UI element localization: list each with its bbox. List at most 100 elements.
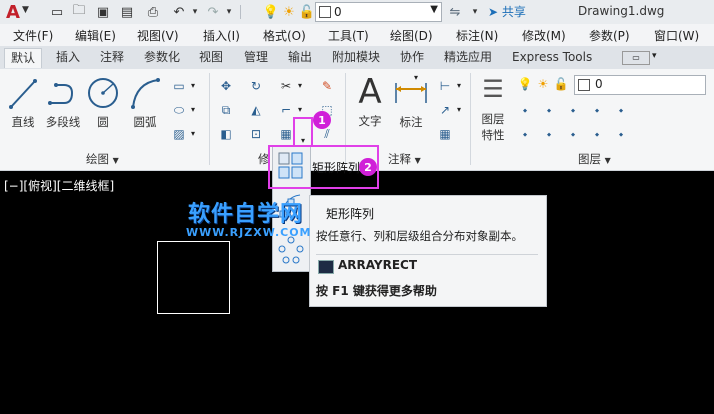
menu-view[interactable]: 视图(V) [137,27,179,44]
menu-window[interactable]: 窗口(W) [654,27,699,44]
layer-tool-icon[interactable]: ⬩ [516,125,534,143]
chevron-down-icon[interactable]: ▾ [191,129,195,138]
tool-arc-label: 圆弧 [133,115,157,129]
tool-layer-properties[interactable]: ☰ 图层 特性 [476,73,510,147]
draw-panel-label[interactable]: 绘图 ▼ [86,151,119,167]
table-icon[interactable]: ▦ [436,125,454,143]
match-layer-icon[interactable]: ⇋ [446,3,464,21]
chevron-down-icon[interactable]: ▾ [191,81,195,90]
tool-text[interactable]: A 文字 [352,73,388,135]
tooltip-divider [316,254,538,255]
menu-tools[interactable]: 工具(T) [328,27,369,44]
menu-modify[interactable]: 修改(M) [522,27,566,44]
leader-icon[interactable]: ↗ [436,101,454,119]
title-bar: A ▼ ▭ 🗀 ▣ ▤ ⎙ ↶ ▾ ↷ ▾ 💡 ☀ 🔓 0 ▼ ⇋ ▾ ➤ 共享… [0,0,714,24]
move-tool-icon[interactable]: ✥ [217,77,235,95]
ribbon-layer-combo[interactable]: 0 [574,75,706,95]
tab-collaborate[interactable]: 协作 [394,48,430,67]
tab-parametric[interactable]: 参数化 [138,48,186,67]
watermark-url: WWW.RJZXW.COM [186,226,312,239]
trim-tool-icon[interactable]: ✂ [277,77,295,95]
stretch-tool-icon[interactable]: ◧ [217,125,235,143]
mirror-tool-icon[interactable]: ◭ [247,101,265,119]
menu-edit[interactable]: 编辑(E) [75,27,116,44]
step-badge-1: 1 [313,111,331,129]
layer-lock-icon[interactable]: 🔓 [552,75,570,93]
array-dropdown-highlight[interactable]: ▾ [293,117,313,147]
tab-annotate[interactable]: 注释 [94,48,130,67]
ribbon-layer-combo-value: 0 [595,77,603,91]
tool-arc[interactable]: 圆弧 [128,75,162,135]
share-button[interactable]: ➤ 共享 [488,3,526,20]
tab-view[interactable]: 视图 [193,48,229,67]
tab-output[interactable]: 输出 [282,48,318,67]
tab-manage[interactable]: 管理 [238,48,274,67]
redo-dropdown-icon[interactable]: ▾ [220,3,238,21]
tool-dimension[interactable]: 标注 [392,75,430,135]
layer-color-swatch [578,79,590,91]
layer-bulb-icon[interactable]: 💡 [516,75,534,93]
chevron-down-icon[interactable]: ▾ [298,105,302,114]
tool-circle[interactable]: 圆 [86,75,120,135]
erase-tool-icon[interactable]: ✎ [318,77,336,95]
app-menu-arrow-icon[interactable]: ▼ [22,5,29,15]
menu-dimension[interactable]: 标注(N) [456,27,498,44]
app-logo[interactable]: A [3,0,23,24]
menu-parametric[interactable]: 参数(P) [589,27,630,44]
layer-tool-icon[interactable]: ⬩ [540,101,558,119]
ribbon-minimize-icon[interactable]: ▭ [622,51,650,65]
layer-tool-icon[interactable]: ⬩ [588,101,606,119]
tool-line[interactable]: 直线 [6,75,40,135]
undo-dropdown-icon[interactable]: ▾ [186,3,204,21]
tab-default[interactable]: 默认 [4,48,43,68]
viewport-controls[interactable]: [−][俯视][二维线框] [4,177,114,194]
new-file-icon[interactable]: ▭ [48,3,66,21]
layer-combo-box[interactable]: 0 ▼ [315,2,442,22]
linear-dimension-icon[interactable]: ⊢ [436,77,454,95]
layer-properties-label-1: 图层 [481,112,505,126]
chevron-down-icon[interactable]: ▾ [457,81,461,90]
print-icon[interactable]: ⎙ [144,3,162,21]
chevron-down-icon: ▼ [112,156,119,165]
hatch-tool-icon[interactable]: ▨ [170,125,188,143]
tab-featured-apps[interactable]: 精选应用 [438,48,498,67]
layer-tool-icon[interactable]: ⬩ [516,101,534,119]
menu-draw[interactable]: 绘图(D) [390,27,433,44]
layer-tool-icon[interactable]: ⬩ [612,101,630,119]
layer-tool-icon[interactable]: ⬩ [588,125,606,143]
annotation-panel-label[interactable]: 注释 ▼ [388,151,421,167]
chevron-down-icon[interactable]: ▾ [457,105,461,114]
tool-polyline[interactable]: 多段线 [42,75,84,135]
drawn-rectangle[interactable] [157,241,230,314]
chevron-down-icon[interactable]: ▾ [414,73,418,82]
layer-sun-icon[interactable]: ☀ [534,75,552,93]
save-as-icon[interactable]: ▤ [118,3,136,21]
layer-sun-icon[interactable]: ☀ [280,3,298,21]
send-icon: ➤ [488,5,499,19]
tab-insert[interactable]: 插入 [50,48,86,67]
open-folder-icon[interactable]: 🗀 [70,3,88,21]
customize-toolbar-icon[interactable]: ▾ [466,3,484,21]
copy-tool-icon[interactable]: ⧉ [217,101,235,119]
polar-array-icon[interactable] [278,235,304,265]
ellipse-tool-icon[interactable]: ⬭ [170,101,188,119]
layer-tool-icon[interactable]: ⬩ [564,101,582,119]
rotate-tool-icon[interactable]: ↻ [247,77,265,95]
menu-file[interactable]: 文件(F) [13,27,53,44]
tab-express-tools[interactable]: Express Tools [506,48,598,67]
ribbon-options-arrow-icon[interactable]: ▾ [652,51,657,61]
layer-lock-icon[interactable]: 🔓 [298,3,316,21]
tab-addins[interactable]: 附加模块 [326,48,386,67]
layer-tool-icon[interactable]: ⬩ [540,125,558,143]
chevron-down-icon[interactable]: ▾ [298,81,302,90]
layer-tool-icon[interactable]: ⬩ [564,125,582,143]
save-icon[interactable]: ▣ [94,3,112,21]
menu-format[interactable]: 格式(O) [263,27,306,44]
menu-insert[interactable]: 插入(I) [203,27,240,44]
rectangle-tool-icon[interactable]: ▭ [170,77,188,95]
layer-tool-icon[interactable]: ⬩ [612,125,630,143]
layer-panel-label[interactable]: 图层 ▼ [578,151,611,167]
layer-bulb-icon[interactable]: 💡 [262,3,280,21]
scale-tool-icon[interactable]: ⊡ [247,125,265,143]
chevron-down-icon[interactable]: ▾ [191,105,195,114]
